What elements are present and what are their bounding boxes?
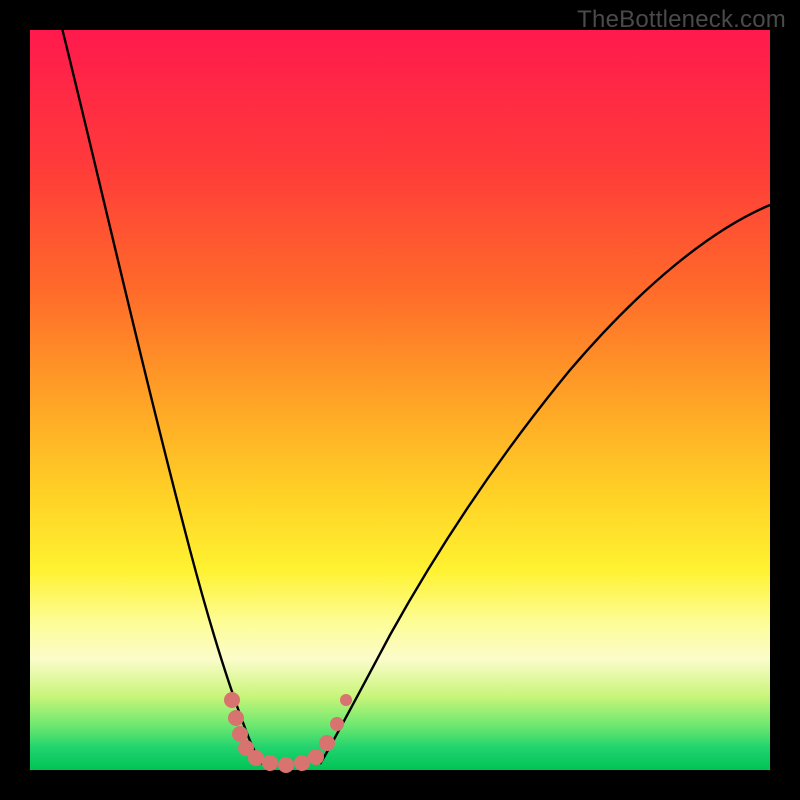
curve-right-branch (320, 205, 770, 764)
chart-curves-layer (30, 30, 770, 770)
curve-left-branch (60, 20, 262, 764)
chart-plot-area (30, 30, 770, 770)
chart-frame: TheBottleneck.com (0, 0, 800, 800)
valley-dots (224, 692, 352, 773)
